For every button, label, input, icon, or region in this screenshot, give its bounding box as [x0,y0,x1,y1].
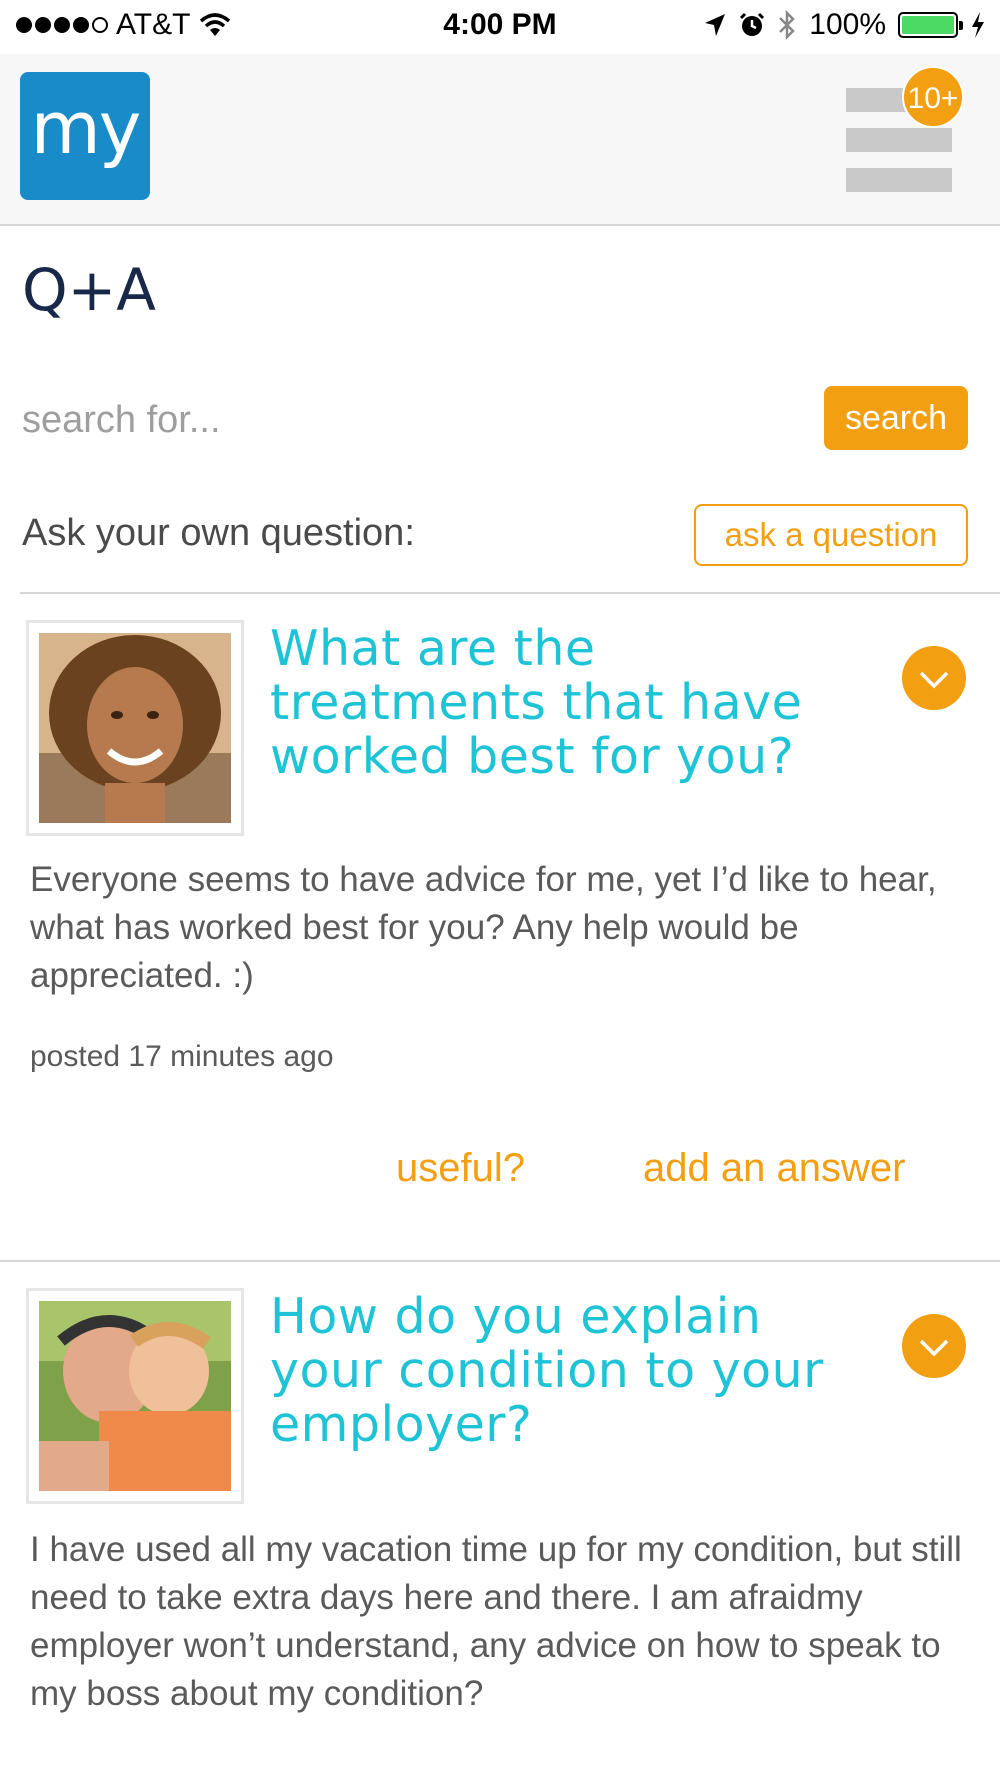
section-divider [20,592,1000,594]
user-photo-mother-child-icon [39,1301,231,1491]
avatar[interactable] [26,620,244,836]
search-button[interactable]: search [824,386,968,450]
add-answer-link[interactable]: add an answer [643,1146,905,1191]
battery-percent: 100% [809,8,886,41]
notification-badge[interactable]: 10+ [902,66,964,128]
app-logo[interactable]: my [20,72,150,200]
chevron-down-icon[interactable] [902,646,966,710]
ask-question-label: Ask your own question: [22,512,415,554]
status-right: 100% [703,8,986,42]
battery-icon [898,12,963,38]
status-bar: AT&T 4:00 PM 100% [0,0,1000,54]
search-input[interactable] [22,390,802,450]
app-header: my 10+ [0,54,1000,226]
question-divider [0,1260,1000,1262]
chevron-down-icon[interactable] [902,1314,966,1378]
question-body: I have used all my vacation time up for … [30,1530,962,1713]
avatar[interactable] [26,1288,244,1504]
question-title[interactable]: What are the treatments that have worked… [270,622,870,784]
alarm-clock-icon [740,12,765,36]
charging-bolt-icon [972,12,984,38]
question-title[interactable]: How do you explain your condition to you… [270,1290,870,1452]
ask-question-button[interactable]: ask a question [694,504,968,566]
question-body: Everyone seems to have advice for me, ye… [30,860,937,995]
useful-link[interactable]: useful? [396,1146,525,1191]
posted-time: posted 17 minutes ago [30,1040,334,1073]
location-arrow-icon [705,14,726,36]
user-photo-woman-icon [39,633,231,823]
bluetooth-icon [779,10,796,40]
page-title: Q+A [22,256,156,324]
